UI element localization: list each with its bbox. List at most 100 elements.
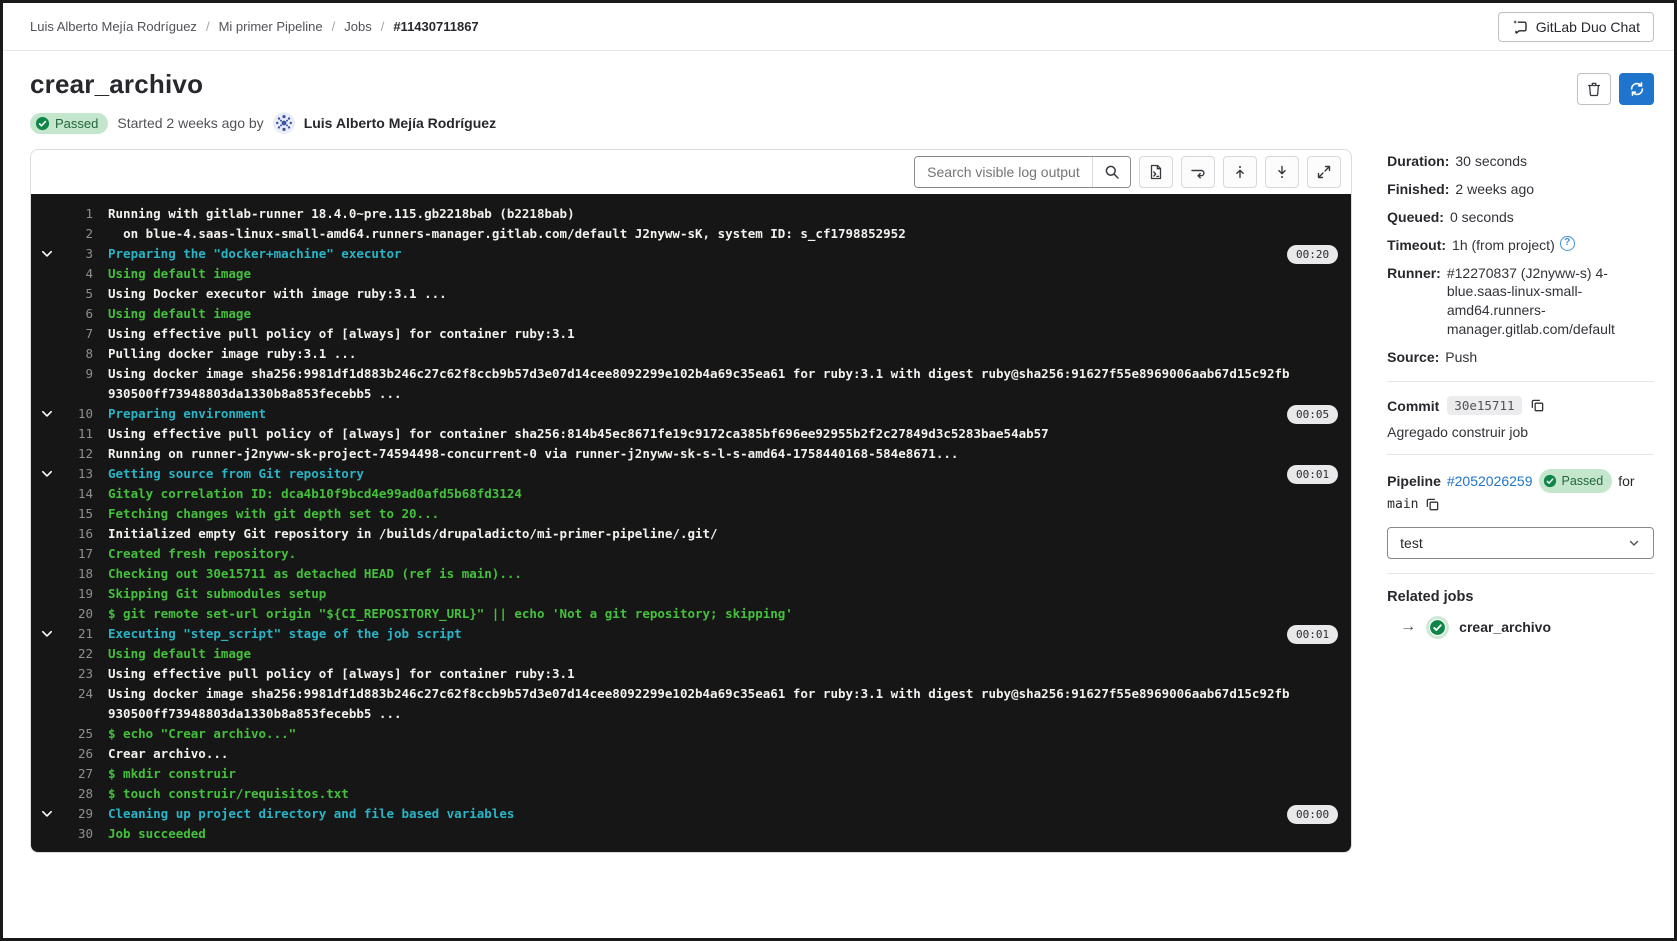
wrap-lines-button[interactable] (1181, 156, 1215, 188)
help-icon[interactable]: ? (1560, 236, 1575, 251)
search-input[interactable] (915, 157, 1092, 187)
log-line: 27$ mkdir construir (31, 764, 1351, 784)
timeout-value: 1h (from project) (1452, 236, 1555, 255)
log-line-number[interactable]: 12 (63, 444, 93, 464)
log-line-text: 930500ff73948803da1330b8a853fecebb5 ... (108, 704, 1351, 724)
log-line-number[interactable]: 20 (63, 604, 93, 624)
log-gutter (31, 824, 63, 844)
log-section-header[interactable]: 13Getting source from Git repository00:0… (31, 464, 1351, 484)
pipeline-id-link[interactable]: #2052026259 (1447, 470, 1533, 492)
log-line-text: $ touch construir/requisitos.txt (108, 784, 1351, 804)
log-line-number[interactable]: 4 (63, 264, 93, 284)
log-line-number[interactable]: 19 (63, 584, 93, 604)
pipeline-for-text: for (1618, 470, 1634, 492)
log-line-number[interactable]: 22 (63, 644, 93, 664)
log-line-number[interactable]: 14 (63, 484, 93, 504)
section-duration-badge: 00:01 (1287, 625, 1338, 644)
divider (1387, 573, 1654, 574)
duo-chat-button[interactable]: GitLab Duo Chat (1498, 12, 1654, 42)
commit-label: Commit (1387, 398, 1439, 414)
log-line: 26 Crear archivo... (31, 744, 1351, 764)
copy-icon (1425, 497, 1440, 512)
pipeline-ref[interactable]: main (1387, 497, 1418, 512)
avatar[interactable] (273, 112, 295, 134)
log-line-number[interactable]: 18 (63, 564, 93, 584)
log-section-header[interactable]: 10Preparing environment00:05 (31, 404, 1351, 424)
log-section-header[interactable]: 3Preparing the "docker+machine" executor… (31, 244, 1351, 264)
log-line: 930500ff73948803da1330b8a853fecebb5 ... (31, 384, 1351, 404)
log-line-text: Using docker image sha256:9981df1d883b24… (108, 684, 1351, 704)
log-line-text: Fetching changes with git depth set to 2… (108, 504, 1351, 524)
log-line-number[interactable]: 30 (63, 824, 93, 844)
fullscreen-button[interactable] (1307, 156, 1341, 188)
log-line-text: Created fresh repository. (108, 544, 1351, 564)
log-line-number[interactable]: 6 (63, 304, 93, 324)
log-section-header[interactable]: 21Executing "step_script" stage of the j… (31, 624, 1351, 644)
raw-log-button[interactable] (1139, 156, 1173, 188)
log-line: 1Running with gitlab-runner 18.4.0~pre.1… (31, 204, 1351, 224)
log-line: 5 Using Docker executor with image ruby:3… (31, 284, 1351, 304)
breadcrumb-user[interactable]: Luis Alberto Mejía Rodríguez (30, 19, 219, 34)
log-line-number[interactable]: 9 (63, 364, 93, 384)
log-line-number[interactable]: 23 (63, 664, 93, 684)
log-line-number[interactable]: 8 (63, 344, 93, 364)
breadcrumb-jobs[interactable]: Jobs (344, 19, 393, 34)
log-line-number[interactable]: 13 (63, 464, 93, 484)
erase-job-log-button[interactable] (1577, 73, 1611, 105)
log-line: 19Skipping Git submodules setup (31, 584, 1351, 604)
log-line-text: Using Docker executor with image ruby:3.… (108, 284, 1351, 304)
chevron-down-icon (31, 464, 63, 484)
log-line-number[interactable]: 27 (63, 764, 93, 784)
copy-ref-button[interactable] (1425, 497, 1440, 512)
log-line-number[interactable]: 15 (63, 504, 93, 524)
search-button[interactable] (1092, 157, 1130, 187)
log-line-number[interactable]: 11 (63, 424, 93, 444)
author-link[interactable]: Luis Alberto Mejía Rodríguez (304, 115, 496, 131)
log-line-number[interactable]: 5 (63, 284, 93, 304)
log-line-number[interactable]: 7 (63, 324, 93, 344)
retry-icon (1629, 81, 1645, 97)
log-gutter (31, 344, 63, 364)
retry-job-button[interactable] (1619, 73, 1654, 105)
log-line-number[interactable]: 29 (63, 804, 93, 824)
log-line-number[interactable]: 24 (63, 684, 93, 704)
stage-select-value: test (1400, 535, 1423, 551)
stage-select[interactable]: test (1387, 527, 1654, 559)
log-section-header[interactable]: 29Cleaning up project directory and file… (31, 804, 1351, 824)
divider (1387, 381, 1654, 382)
log-line-number[interactable]: 2 (63, 224, 93, 244)
log-line: 930500ff73948803da1330b8a853fecebb5 ... (31, 704, 1351, 724)
chevron-down-icon (31, 244, 63, 264)
page-title: crear_archivo (30, 69, 203, 100)
log-line-text: Crear archivo... (108, 744, 1351, 764)
duration-value: 30 seconds (1455, 152, 1527, 171)
log-line-number[interactable]: 25 (63, 724, 93, 744)
runner-label: Runner: (1387, 264, 1441, 340)
breadcrumb-project[interactable]: Mi primer Pipeline (219, 19, 345, 34)
commit-sha-badge[interactable]: 30e15711 (1447, 396, 1521, 415)
log-line-number[interactable]: 3 (63, 244, 93, 264)
log-line: 8Pulling docker image ruby:3.1 ... (31, 344, 1351, 364)
log-line-number[interactable]: 16 (63, 524, 93, 544)
log-line-number[interactable]: 21 (63, 624, 93, 644)
log-gutter (31, 704, 63, 724)
breadcrumb-job-id: #11430711867 (393, 19, 478, 34)
started-text: Started 2 weeks ago by (117, 115, 263, 131)
runner-value: #12270837 (J2nyww-s) 4-blue.saas-linux-s… (1447, 264, 1654, 340)
arrow-right-icon: → (1400, 618, 1416, 636)
log-gutter (31, 684, 63, 704)
log-line-number[interactable]: 17 (63, 544, 93, 564)
related-job-item[interactable]: → crear_archivo (1387, 618, 1654, 636)
log-line: 30Job succeeded (31, 824, 1351, 844)
scroll-to-bottom-button[interactable] (1265, 156, 1299, 188)
divider (1387, 454, 1654, 455)
log-line-number[interactable]: 1 (63, 204, 93, 224)
log-line-number[interactable]: 28 (63, 784, 93, 804)
copy-commit-button[interactable] (1530, 398, 1545, 413)
status-badge-label: Passed (55, 116, 98, 131)
scroll-to-top-button[interactable] (1223, 156, 1257, 188)
log-line-text: Running on runner-j2nyww-sk-project-7459… (108, 444, 1351, 464)
log-line: 28 $ touch construir/requisitos.txt (31, 784, 1351, 804)
log-line-number[interactable]: 26 (63, 744, 93, 764)
log-line-number[interactable]: 10 (63, 404, 93, 424)
